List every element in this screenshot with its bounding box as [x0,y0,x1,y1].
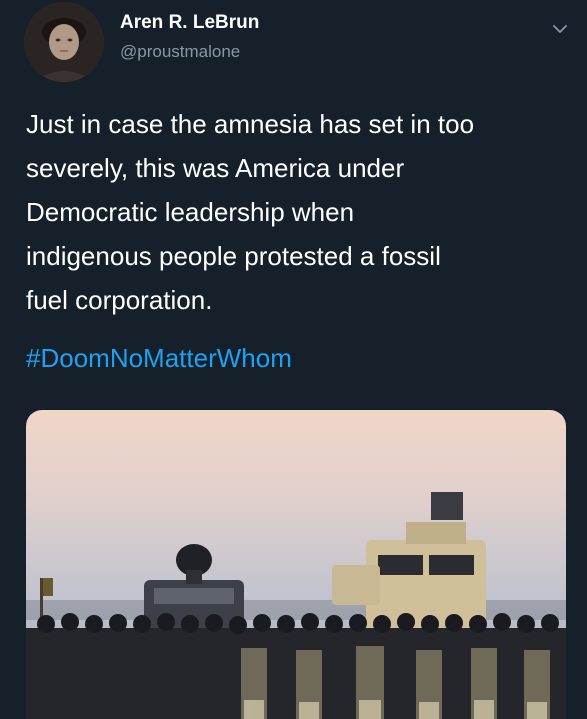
avatar[interactable] [24,2,104,82]
hashtag-link[interactable]: #DoomNoMatterWhom [26,338,292,378]
chevron-down-icon[interactable] [551,20,569,38]
tweet-text: Just in case the amnesia has set in too … [26,109,475,315]
display-name[interactable]: Aren R. LeBrun [120,12,259,34]
riot-police-crowd [26,613,566,719]
photo-riot-police-line [26,492,566,719]
user-handle[interactable]: @proustmalone [120,42,240,62]
avatar-image [24,2,104,82]
tweet-media-photo[interactable] [26,410,566,719]
